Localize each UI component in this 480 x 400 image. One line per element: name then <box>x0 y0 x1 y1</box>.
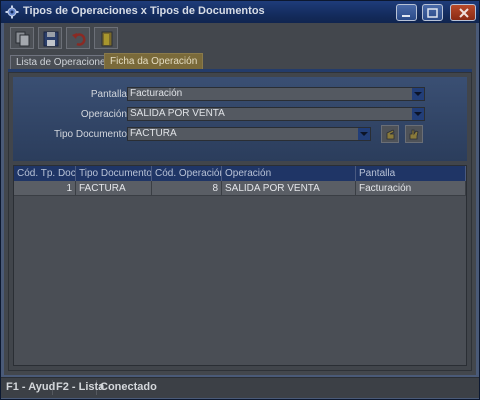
copy-icon <box>15 31 30 47</box>
chevron-down-icon <box>414 92 422 96</box>
copy-button[interactable] <box>10 27 34 49</box>
form-area: Pantalla Facturación Operación SALIDA PO… <box>13 77 467 161</box>
close-button[interactable] <box>450 4 476 21</box>
chevron-down-icon <box>360 132 368 136</box>
title-bar[interactable]: Tipos de Operaciones x Tipos de Document… <box>1 1 479 23</box>
col-cod-operacion[interactable]: Cód. Operación <box>152 166 222 181</box>
client-area: Lista de Operaciones Ficha da Operación … <box>4 23 476 375</box>
status-bar: F1 - Ayud F2 - Lista Conectado <box>1 377 479 398</box>
minimize-icon <box>402 15 410 17</box>
remove-tipo-documento-button[interactable] <box>405 125 423 143</box>
main-window: Tipos de Operaciones x Tipos de Document… <box>0 0 480 400</box>
operacion-label: Operación <box>80 109 127 120</box>
pantalla-value: Facturación <box>130 88 183 99</box>
cell-cod-tp-doc[interactable]: 1 <box>14 181 76 196</box>
pantalla-dropdown-button[interactable] <box>412 88 424 100</box>
cell-operacion[interactable]: SALIDA POR VENTA <box>222 181 356 196</box>
tipo-documento-select[interactable]: FACTURA <box>127 127 371 141</box>
chevron-down-icon <box>414 112 422 116</box>
operacion-dropdown-button[interactable] <box>412 108 424 120</box>
status-connection: Conectado <box>100 381 157 393</box>
window-title: Tipos de Operaciones x Tipos de Document… <box>23 5 265 17</box>
tab-strip: Lista de Operaciones Ficha da Operación <box>8 53 472 69</box>
tipo-documento-dropdown-button[interactable] <box>358 128 370 140</box>
exit-icon <box>101 31 113 47</box>
operacion-select[interactable]: SALIDA POR VENTA <box>127 107 425 121</box>
cell-tipo-documento[interactable]: FACTURA <box>76 181 152 196</box>
hand-point-icon <box>386 129 395 140</box>
pantalla-select[interactable]: Facturación <box>127 87 425 101</box>
undo-button[interactable] <box>66 27 90 49</box>
tab-ficha-operacion[interactable]: Ficha da Operación <box>104 53 204 69</box>
status-help: F1 - Ayud <box>3 380 55 395</box>
tab-panel: Pantalla Facturación Operación SALIDA PO… <box>8 72 472 371</box>
col-cod-tp-doc[interactable]: Cód. Tp. Doc. <box>14 166 76 181</box>
status-list: F2 - Lista <box>53 380 104 395</box>
tab-lista-operaciones[interactable]: Lista de Operaciones <box>10 55 117 69</box>
grid-header: Cód. Tp. Doc. Tipo Documento Cód. Operac… <box>14 166 466 181</box>
app-gear-icon <box>5 5 19 19</box>
col-operacion[interactable]: Operación <box>222 166 356 181</box>
tipo-documento-value: FACTURA <box>130 128 177 139</box>
save-icon <box>43 31 59 47</box>
operations-grid: Cód. Tp. Doc. Tipo Documento Cód. Operac… <box>13 165 467 366</box>
add-tipo-documento-button[interactable] <box>381 125 399 143</box>
cell-pantalla[interactable]: Facturación <box>356 181 466 196</box>
pantalla-label: Pantalla <box>90 89 127 100</box>
cell-cod-operacion[interactable]: 8 <box>152 181 222 196</box>
minimize-button[interactable] <box>396 4 417 21</box>
table-row[interactable]: 1 FACTURA 8 SALIDA POR VENTA Facturación <box>14 181 466 196</box>
exit-button[interactable] <box>94 27 118 49</box>
tipo-documento-label: Tipo Documento <box>54 129 127 140</box>
save-button[interactable] <box>38 27 62 49</box>
maximize-icon <box>427 8 438 18</box>
undo-icon <box>72 33 86 46</box>
toolbar <box>6 25 472 49</box>
maximize-button[interactable] <box>422 4 443 21</box>
operacion-value: SALIDA POR VENTA <box>130 108 225 119</box>
close-icon <box>459 8 469 18</box>
col-tipo-documento[interactable]: Tipo Documento <box>76 166 152 181</box>
hand-stop-icon <box>409 129 419 140</box>
col-pantalla[interactable]: Pantalla <box>356 166 466 181</box>
